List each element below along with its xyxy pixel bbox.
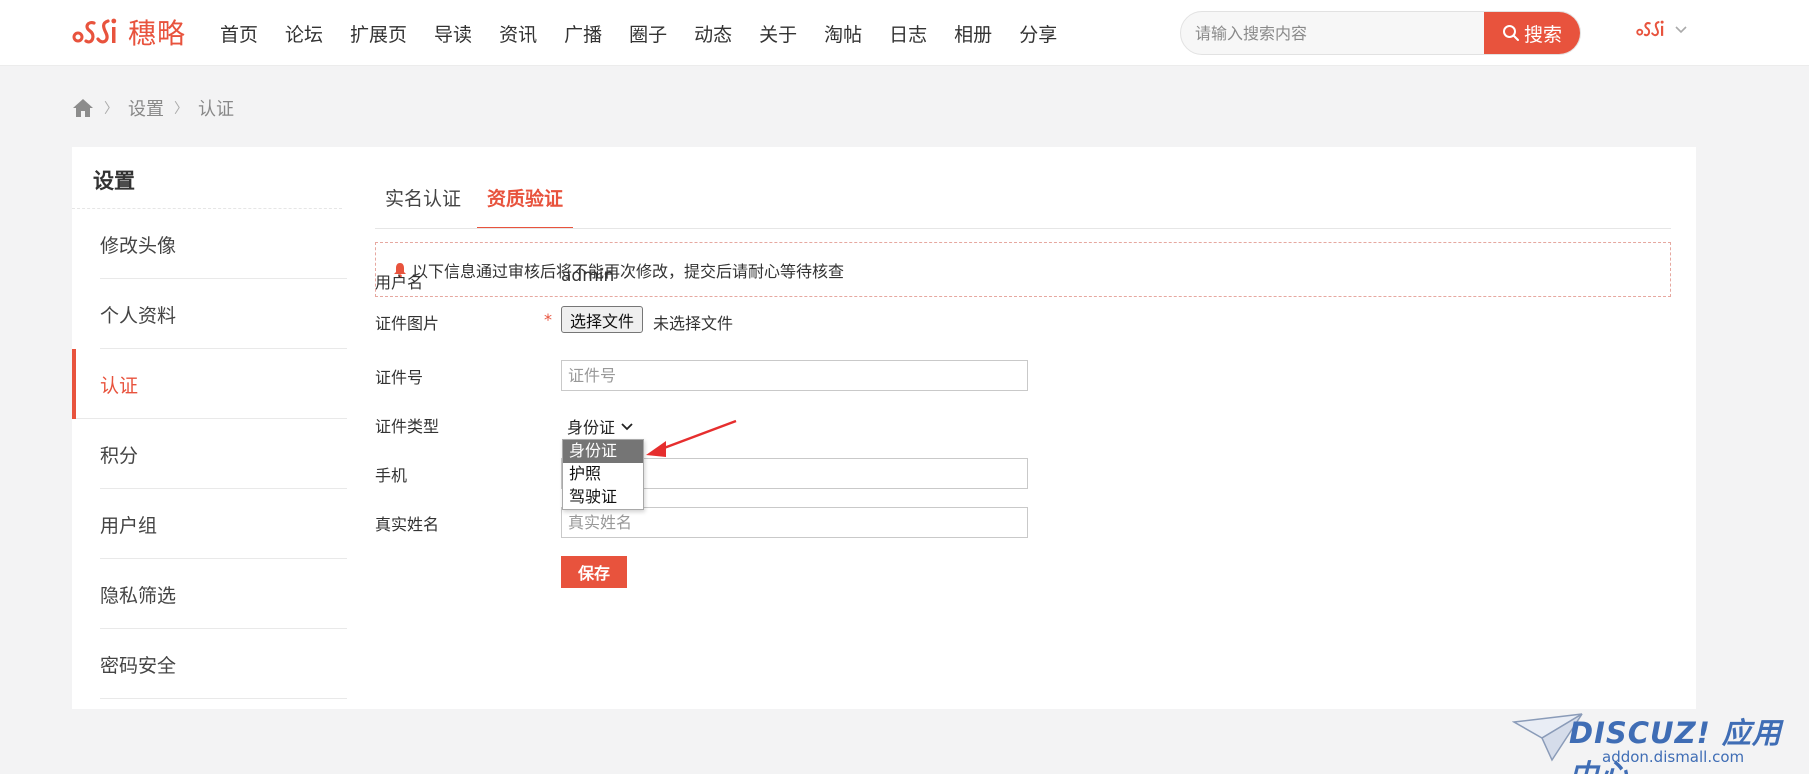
avatar — [1636, 20, 1664, 37]
sidebar-item-usergroup[interactable]: 用户组 — [72, 489, 347, 559]
site-logo[interactable]: 穗略 — [72, 14, 186, 50]
nav-item-forum[interactable]: 论坛 — [285, 20, 323, 47]
nav-item-about[interactable]: 关于 — [759, 20, 797, 47]
chevron-down-icon — [621, 423, 633, 431]
user-menu[interactable] — [1636, 18, 1688, 40]
nav-item-blog[interactable]: 日志 — [889, 20, 927, 47]
breadcrumb-item-current: 认证 — [198, 99, 234, 120]
nav-item-home[interactable]: 首页 — [220, 20, 258, 47]
divider — [375, 228, 1671, 229]
nav-item-extension[interactable]: 扩展页 — [350, 20, 407, 47]
cert-number-input[interactable] — [561, 360, 1028, 391]
cert-type-label: 证件类型 — [375, 417, 440, 436]
breadcrumb-separator: 〉 — [174, 101, 188, 117]
nav-item-circle[interactable]: 圈子 — [629, 20, 667, 47]
nav-item-guide[interactable]: 导读 — [434, 20, 472, 47]
phone-label: 手机 — [375, 466, 408, 485]
search-box: 搜索 — [1180, 11, 1581, 55]
breadcrumb-separator: 〉 — [104, 101, 118, 117]
search-button[interactable]: 搜索 — [1484, 12, 1580, 54]
watermark-url: addon.dismall.com — [1602, 748, 1745, 766]
search-input[interactable] — [1195, 12, 1455, 54]
cert-type-dropdown: 身份证 护照 驾驶证 — [562, 439, 644, 510]
username-value: admin — [561, 266, 615, 286]
top-header: 穗略 首页 论坛 扩展页 导读 资讯 广播 圈子 动态 关于 淘帖 日志 相册 … — [0, 0, 1809, 66]
sidebar-item-profile[interactable]: 个人资料 — [72, 279, 347, 349]
cert-type-option-passport[interactable]: 护照 — [563, 463, 643, 486]
nav-item-collections[interactable]: 淘帖 — [824, 20, 862, 47]
breadcrumb: 〉 设置 〉 认证 — [72, 94, 234, 122]
nav-item-feed[interactable]: 动态 — [694, 20, 732, 47]
home-icon[interactable] — [72, 98, 94, 118]
cert-type-select[interactable]: 身份证 — [567, 414, 633, 438]
settings-panel: 设置 修改头像 个人资料 认证 积分 用户组 隐私筛选 密码安全 实名认证 资质… — [72, 147, 1696, 709]
real-name-input[interactable] — [561, 507, 1028, 538]
notice-text: 以下信息通过审核后将不能再次修改，提交后请耐心等待核查 — [412, 261, 845, 281]
cert-type-option-license[interactable]: 驾驶证 — [563, 486, 643, 509]
cert-type-value: 身份证 — [567, 418, 616, 437]
brand-name: 穗略 — [128, 17, 187, 50]
nav-item-album[interactable]: 相册 — [954, 20, 992, 47]
verification-tabs: 实名认证 资质验证 — [375, 177, 579, 229]
discuz-watermark: DISCUZ! 应用中心 addon.dismall.com — [1512, 706, 1802, 774]
nav-item-news[interactable]: 资讯 — [499, 20, 537, 47]
tab-qualification[interactable]: 资质验证 — [477, 177, 574, 229]
sidebar-item-avatar[interactable]: 修改头像 — [72, 209, 347, 279]
annotation-arrow-icon — [646, 419, 737, 457]
cert-type-option-id[interactable]: 身份证 — [563, 440, 643, 463]
cert-image-label: 证件图片 — [375, 314, 440, 333]
username-label: 用户名 — [375, 273, 424, 292]
logo-mark-icon — [72, 18, 117, 44]
cert-number-label: 证件号 — [375, 368, 424, 387]
nav-item-broadcast[interactable]: 广播 — [564, 20, 602, 47]
choose-file-button[interactable]: 选择文件 — [561, 306, 644, 333]
sidebar-item-privacy[interactable]: 隐私筛选 — [72, 559, 347, 629]
main-nav: 首页 论坛 扩展页 导读 资讯 广播 圈子 动态 关于 淘帖 日志 相册 分享 — [220, 0, 1084, 66]
file-status: 未选择文件 — [653, 314, 734, 333]
real-name-label: 真实姓名 — [375, 515, 440, 534]
tab-realname[interactable]: 实名认证 — [375, 177, 471, 229]
sidebar-title: 设置 — [93, 169, 135, 193]
search-button-label: 搜索 — [1523, 23, 1562, 46]
required-mark: * — [544, 310, 552, 329]
sidebar-menu: 修改头像 个人资料 认证 积分 用户组 隐私筛选 密码安全 — [72, 209, 347, 699]
search-icon — [1502, 25, 1519, 41]
sidebar-item-password[interactable]: 密码安全 — [72, 629, 347, 699]
save-button[interactable]: 保存 — [561, 556, 627, 588]
sidebar-item-verification[interactable]: 认证 — [72, 349, 347, 419]
chevron-down-icon — [1675, 26, 1687, 34]
nav-item-share[interactable]: 分享 — [1019, 20, 1057, 47]
breadcrumb-item-settings[interactable]: 设置 — [128, 95, 164, 121]
sidebar-item-credits[interactable]: 积分 — [72, 419, 347, 489]
